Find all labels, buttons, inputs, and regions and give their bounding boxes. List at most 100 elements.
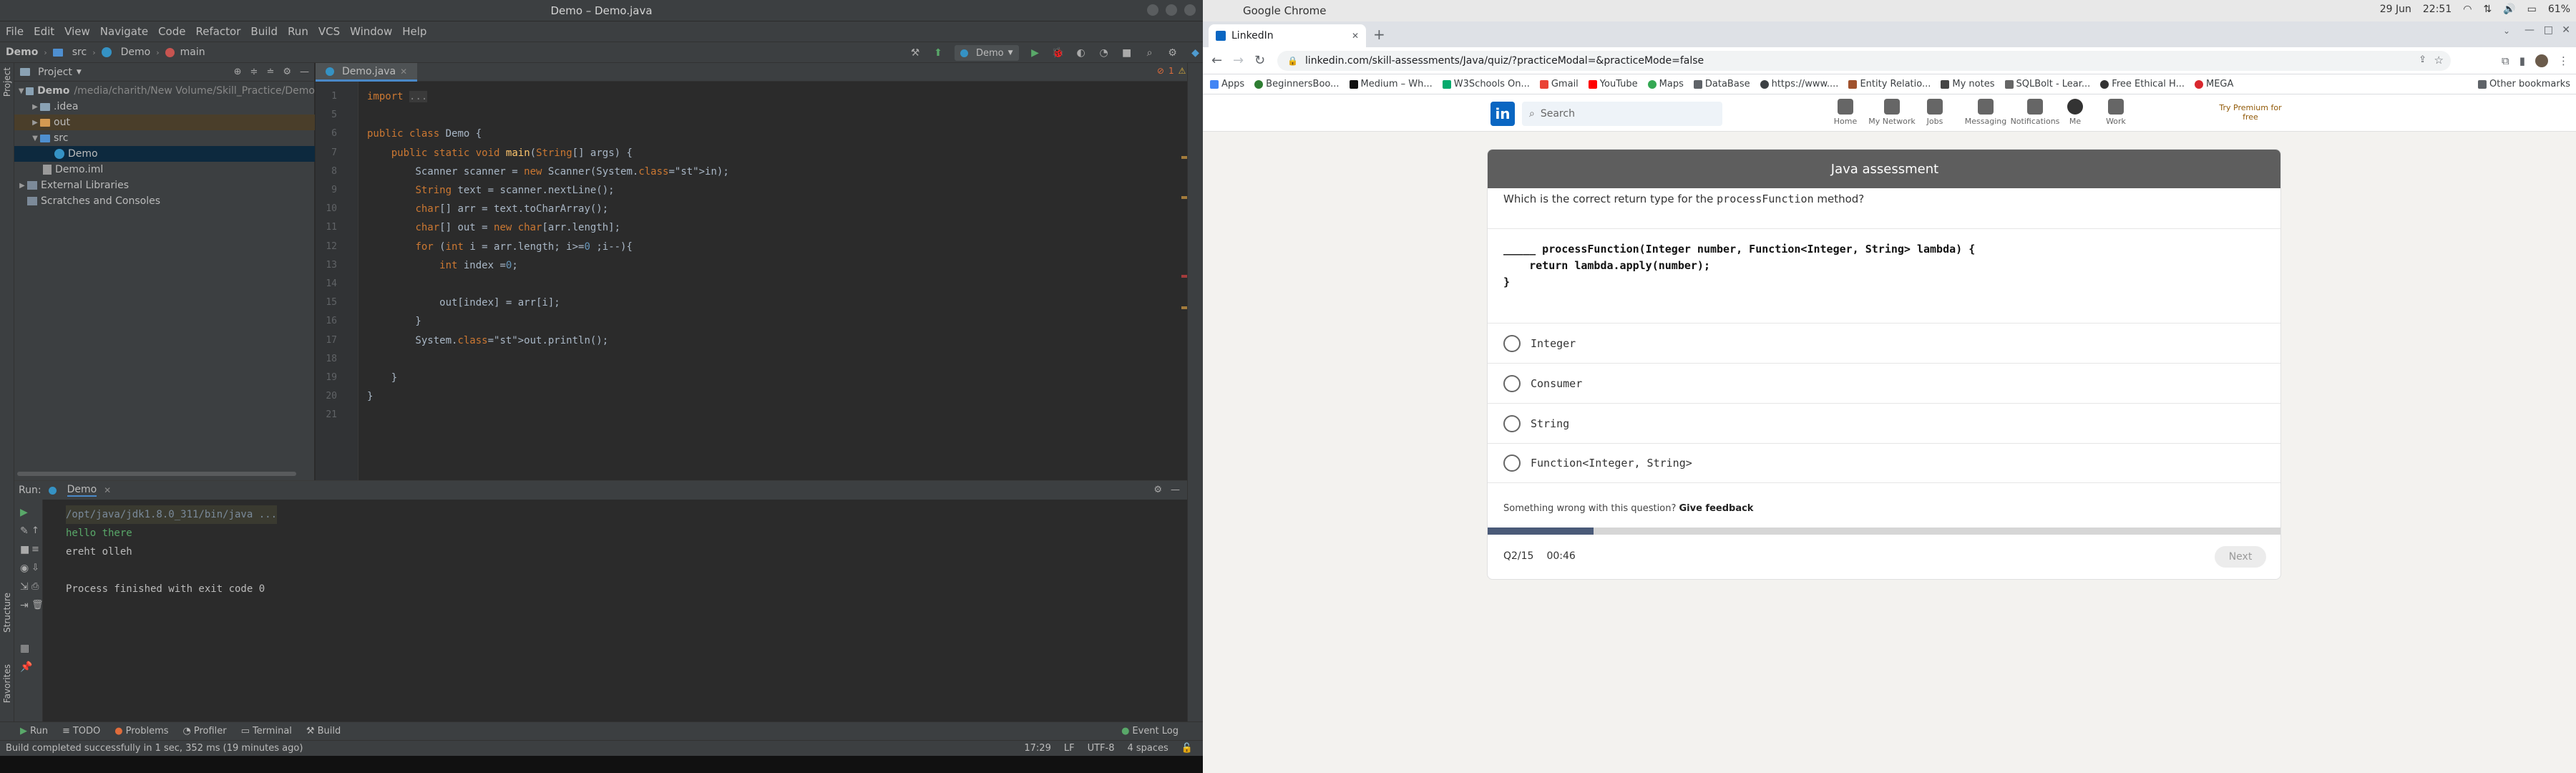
menu-code[interactable]: Code: [158, 25, 185, 38]
forward-icon[interactable]: →: [1233, 53, 1244, 68]
kebab-menu-icon[interactable]: ⋮: [2558, 54, 2569, 67]
nav-jobs[interactable]: Jobs: [1906, 97, 1963, 129]
menu-run[interactable]: Run: [288, 25, 308, 38]
tree-item-src[interactable]: ▼ src: [14, 130, 315, 146]
tool-tab-build[interactable]: ⚒ Build: [306, 726, 341, 736]
chevron-down-icon[interactable]: ▼: [77, 69, 82, 76]
linkedin-logo[interactable]: in: [1491, 102, 1515, 126]
radio-button[interactable]: [1503, 414, 1521, 432]
code-line[interactable]: Scanner scanner = new Scanner(System.cla…: [367, 162, 728, 181]
bookmark-link[interactable]: https://www....: [1760, 79, 1838, 89]
bookmark-medium[interactable]: Medium – Wh...: [1349, 79, 1433, 89]
expand-all-icon[interactable]: ≑: [250, 67, 258, 77]
hide-icon[interactable]: —: [1171, 485, 1180, 495]
debug-icon[interactable]: 🐞: [1052, 47, 1065, 59]
tool-tab-run[interactable]: ▶ Run: [20, 726, 48, 736]
chevron-right-icon[interactable]: ▶: [30, 103, 40, 111]
code-line[interactable]: public static void main(String[] args) {: [367, 144, 633, 162]
minimize-icon[interactable]: —: [2524, 24, 2534, 36]
stop-icon[interactable]: ■: [1121, 47, 1133, 59]
menu-refactor[interactable]: Refactor: [195, 25, 240, 38]
new-tab-icon[interactable]: +: [1373, 26, 1385, 43]
print-icon[interactable]: ⎙: [31, 581, 39, 592]
close-icon[interactable]: ✕: [104, 485, 111, 495]
network-icon[interactable]: ⇅: [2483, 4, 2492, 15]
gear-icon[interactable]: ⚙: [1166, 47, 1179, 59]
bookmark-star-icon[interactable]: ☆: [2434, 54, 2444, 67]
code-line[interactable]: System.class="st">out.println();: [367, 331, 608, 350]
breadcrumb-project[interactable]: Demo: [6, 47, 38, 58]
line-separator[interactable]: LF: [1064, 743, 1075, 754]
tool-tab-todo[interactable]: ≡ TODO: [62, 726, 100, 736]
run-config-selector[interactable]: Demo ▼: [955, 45, 1019, 61]
close-button[interactable]: [1184, 4, 1196, 16]
answer-option-3[interactable]: String: [1488, 403, 2280, 443]
code-line[interactable]: for (int i = arr.length; i>=0 ;i--){: [367, 238, 632, 256]
lock-icon[interactable]: 🔒: [1287, 56, 1298, 66]
wrench-icon[interactable]: ✎: [20, 525, 29, 537]
coverage-icon[interactable]: ◐: [1075, 47, 1088, 59]
bookmark-youtube[interactable]: YouTube: [1588, 79, 1638, 89]
pin-icon[interactable]: 📌: [20, 661, 32, 673]
menu-window[interactable]: Window: [350, 25, 392, 38]
close-icon[interactable]: ✕: [1352, 31, 1359, 41]
code-line[interactable]: import ...: [367, 87, 428, 106]
trash-icon[interactable]: 🗑: [31, 600, 44, 611]
menu-file[interactable]: File: [6, 25, 24, 38]
code-line[interactable]: out[index] = arr[i];: [367, 293, 560, 312]
share-icon[interactable]: ⇪: [2419, 54, 2426, 65]
tool-tab-structure[interactable]: Structure: [2, 593, 12, 633]
reading-list-icon[interactable]: ▮: [2519, 54, 2525, 67]
date[interactable]: 29 Jun: [2380, 4, 2411, 15]
hide-icon[interactable]: —: [300, 67, 309, 77]
bookmark-beginnersbook[interactable]: BeginnersBoo...: [1254, 79, 1340, 89]
extensions-icon[interactable]: ⧉: [2502, 54, 2509, 67]
bookmark-maps[interactable]: Maps: [1647, 79, 1684, 89]
code-line[interactable]: }: [367, 312, 421, 331]
menu-help[interactable]: Help: [402, 25, 426, 38]
give-feedback-link[interactable]: Give feedback: [1679, 503, 1753, 514]
indent-setting[interactable]: 4 spaces: [1127, 743, 1168, 754]
run-tab[interactable]: Demo: [67, 484, 97, 497]
run-icon[interactable]: ▶: [1029, 47, 1042, 59]
minimize-button[interactable]: [1147, 4, 1158, 16]
code-line[interactable]: String text = scanner.nextLine();: [367, 181, 614, 200]
gear-icon[interactable]: ⚙: [1153, 485, 1162, 495]
chevron-down-icon[interactable]: ▼: [17, 87, 26, 95]
browser-tab-linkedin[interactable]: LinkedIn ✕: [1209, 24, 1366, 47]
bookmark-other[interactable]: Other bookmarks: [2477, 79, 2570, 89]
nav-messaging[interactable]: Messaging: [1957, 97, 2014, 129]
horizontal-scrollbar[interactable]: [17, 472, 296, 476]
plugin-icon[interactable]: ◆: [1189, 47, 1202, 59]
tree-item-demo-class[interactable]: Demo: [14, 146, 315, 162]
caret-position[interactable]: 17:29: [1024, 743, 1050, 754]
back-icon[interactable]: ←: [1211, 53, 1222, 68]
tool-tab-favorites[interactable]: Favorites: [2, 664, 12, 703]
locate-icon[interactable]: ⊕: [234, 67, 242, 77]
code-line[interactable]: char[] arr = text.toCharArray();: [367, 200, 608, 218]
chevron-down-icon[interactable]: ▼: [30, 135, 40, 142]
stop-icon[interactable]: ■: [20, 544, 29, 555]
status-message[interactable]: Build completed successfully in 1 sec, 3…: [6, 743, 303, 754]
address-bar[interactable]: 🔒 linkedin.com/skill-assessments/Java/qu…: [1277, 51, 2451, 71]
tool-tab-profiler[interactable]: ◔ Profiler: [183, 726, 227, 736]
code-line[interactable]: public class Demo {: [367, 125, 482, 143]
code-area[interactable]: import ... public class Demo { public sta…: [367, 82, 1183, 480]
menu-vcs[interactable]: VCS: [318, 25, 340, 38]
code-line[interactable]: int index =0;: [367, 256, 518, 275]
close-window-icon[interactable]: ✕: [2562, 24, 2570, 36]
reload-icon[interactable]: ↻: [1254, 53, 1265, 68]
battery-icon[interactable]: ▭: [2527, 4, 2537, 15]
event-log-button[interactable]: ● Event Log: [1121, 726, 1179, 736]
bookmark-mega[interactable]: MEGA: [2194, 79, 2233, 89]
bookmark-entity-relations[interactable]: Entity Relatio...: [1848, 79, 1931, 89]
breadcrumb-class[interactable]: Demo: [121, 47, 151, 58]
project-panel-title[interactable]: Project: [38, 67, 72, 78]
answer-option-4[interactable]: Function<Integer, String>: [1488, 443, 2280, 483]
search-input[interactable]: ⌕ Search: [1522, 102, 1722, 126]
up-icon[interactable]: ↑: [31, 525, 39, 536]
tree-item-demo[interactable]: ▼ Demo /media/charith/New Volume/Skill_P…: [14, 83, 315, 99]
profile-icon[interactable]: ◔: [1098, 47, 1111, 59]
clock[interactable]: 22:51: [2423, 4, 2451, 15]
tool-tab-problems[interactable]: ● Problems: [114, 726, 168, 736]
